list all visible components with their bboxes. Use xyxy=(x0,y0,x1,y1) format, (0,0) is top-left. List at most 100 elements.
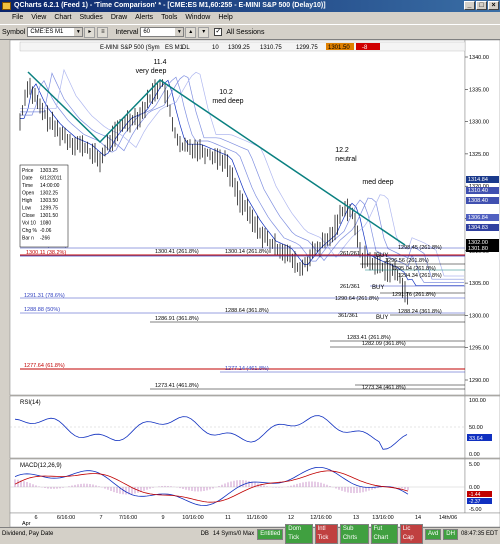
status-time: 08:47:35 EDT xyxy=(460,530,498,537)
macd-tick: 0.00 xyxy=(469,485,480,491)
fib-label: 1300.41 (261.8%) xyxy=(155,249,199,255)
status-item: DB xyxy=(200,530,209,537)
interval-down-icon[interactable]: ▾ xyxy=(198,26,210,38)
fib-label: 1282.09 (361.8%) xyxy=(362,341,406,347)
price-tick: 1340.00 xyxy=(469,55,489,61)
time-tick: 9 xyxy=(161,515,164,521)
header-change: -8 xyxy=(362,45,368,51)
price-tick: 1295.00 xyxy=(469,346,489,352)
menu-window[interactable]: Window xyxy=(181,12,214,24)
price-tag: 1308.40 xyxy=(468,198,488,204)
fib-label: 261/261 xyxy=(340,251,360,257)
annotation-label: 11.4 xyxy=(153,59,166,66)
status-bar: Dividend, Pay Date DB 14 Syms/0 Max Enti… xyxy=(0,524,500,544)
data-window-value: -0.06 xyxy=(40,228,52,234)
chevron-down-icon[interactable]: ▼ xyxy=(74,28,83,36)
data-window: Price 1303.25 Date 6/12/2011 Time 14:00:00 Ope… xyxy=(19,164,69,248)
interval-combo[interactable]: 60 ▼ xyxy=(140,27,185,37)
minimize-button[interactable]: _ xyxy=(464,1,475,10)
fib-label: 1294.34 (261.8%) xyxy=(398,273,442,279)
data-window-key: Price xyxy=(22,168,34,174)
fib-label: 361/361 xyxy=(338,313,358,319)
fib-label: 1277.64 (61.8%) xyxy=(24,363,65,369)
menu-chart[interactable]: Chart xyxy=(50,12,75,24)
price-tick: 1330.00 xyxy=(469,120,489,126)
header-high: 1310.75 xyxy=(260,45,282,51)
annotation-label: 10.2 xyxy=(219,89,233,96)
header-name: E-MINI S&P 500 (Sym xyxy=(100,45,160,51)
close-button[interactable]: × xyxy=(488,1,499,10)
title-bar: QCharts 6.2.1 (Feed 1) - 'Time Compariso… xyxy=(0,0,500,12)
status-item: 14 Syms/0 Max xyxy=(212,530,255,537)
symbol-value: CME:ES M1 xyxy=(30,29,64,35)
buy-signal: BUY xyxy=(376,315,388,321)
data-window-value: 14:00:00 xyxy=(40,183,60,189)
status-left: Dividend, Pay Date xyxy=(2,530,54,537)
time-tick: 10/16:00 xyxy=(182,515,203,521)
data-window-value: -266 xyxy=(40,236,50,242)
rsi-label: RSI(14) xyxy=(20,400,41,406)
price-tag: 1306.84 xyxy=(468,215,488,221)
data-window-key: Date xyxy=(22,176,33,182)
menu-help[interactable]: Help xyxy=(214,12,236,24)
fib-label: 1288.64 (361.8%) xyxy=(225,308,269,314)
all-sessions-label: All Sessions xyxy=(226,28,265,36)
time-tick: 14 xyxy=(415,515,421,521)
chevron-down-icon[interactable]: ▼ xyxy=(175,28,184,36)
menu-studies[interactable]: Studies xyxy=(75,12,106,24)
data-window-key: Open xyxy=(22,191,34,197)
time-tick: 7/16:00 xyxy=(119,515,137,521)
list-icon[interactable]: ≡ xyxy=(97,26,109,38)
time-tick: 12 xyxy=(288,515,294,521)
fib-label: 1291.31 (78.6%) xyxy=(24,293,65,299)
header-close: 1301.50 xyxy=(328,45,350,51)
status-indicator: Sub Chrts xyxy=(339,524,369,544)
chart-canvas[interactable]: E-MINI S&P 500 (Sym ES M1 DL 10 1309.25 … xyxy=(0,40,500,527)
header-volume: 10 xyxy=(212,45,219,51)
status-indicator: Lic Cap xyxy=(399,524,424,544)
data-window-value: 1080 xyxy=(40,221,51,227)
macd-signal-value: -2.37 xyxy=(469,499,481,505)
time-tick: 13/16:00 xyxy=(372,515,393,521)
fib-label: 1298.45 (261.8%) xyxy=(398,245,442,251)
data-window-value: 6/12/2011 xyxy=(40,176,62,182)
menu-tools[interactable]: Tools xyxy=(157,12,181,24)
data-window-key: Bar n xyxy=(22,236,34,242)
price-tick: 1305.00 xyxy=(469,281,489,287)
all-sessions-checkbox[interactable]: ✓ xyxy=(214,28,223,36)
interval-value: 60 xyxy=(143,29,150,35)
menu-view[interactable]: View xyxy=(27,12,50,24)
price-tick: 1300.00 xyxy=(469,313,489,319)
time-tick: 11/16:00 xyxy=(246,515,267,521)
fib-label: 1300.11 (38.2%) xyxy=(26,250,66,256)
data-window-value: 1301.50 xyxy=(40,213,58,219)
macd-label: MACD(12,26,9) xyxy=(20,463,62,469)
price-tag: 1314.84 xyxy=(468,177,488,183)
header-change-badge xyxy=(356,43,380,50)
time-tick: 12/16:00 xyxy=(310,515,331,521)
data-window-value: 1303.25 xyxy=(40,168,58,174)
price-tag: 1304.83 xyxy=(468,225,488,231)
menu-file[interactable]: File xyxy=(2,12,27,24)
status-indicator: Dom Tick xyxy=(285,524,313,544)
rsi-tick: 100.00 xyxy=(469,398,486,404)
fib-label: 1286.91 (361.8%) xyxy=(155,316,199,322)
annotation-label: 12.2 xyxy=(335,147,349,154)
fib-label: 1273.41 (461.8%) xyxy=(155,383,199,389)
fib-label: 1291.76 (261.8%) xyxy=(392,292,436,298)
maximize-button[interactable]: □ xyxy=(476,1,487,10)
buy-signal: BUY xyxy=(372,285,384,291)
price-tick: 1335.00 xyxy=(469,87,489,93)
price-tag: 1310.40 xyxy=(468,188,488,194)
symbol-combo[interactable]: CME:ES M1 ▼ xyxy=(27,27,84,37)
symbol-label: Symbol xyxy=(2,28,26,36)
go-icon[interactable]: ▸ xyxy=(84,26,96,38)
data-window-key: Chg % xyxy=(22,228,38,234)
menu-alerts[interactable]: Alerts xyxy=(131,12,157,24)
data-window-key: Vol 10 xyxy=(22,221,36,227)
status-indicator: Entitled xyxy=(257,528,284,540)
interval-up-icon[interactable]: ▴ xyxy=(185,26,197,38)
price-tick: 1290.00 xyxy=(469,378,489,384)
price-tick: 1325.00 xyxy=(469,152,489,158)
menu-draw[interactable]: Draw xyxy=(107,12,131,24)
